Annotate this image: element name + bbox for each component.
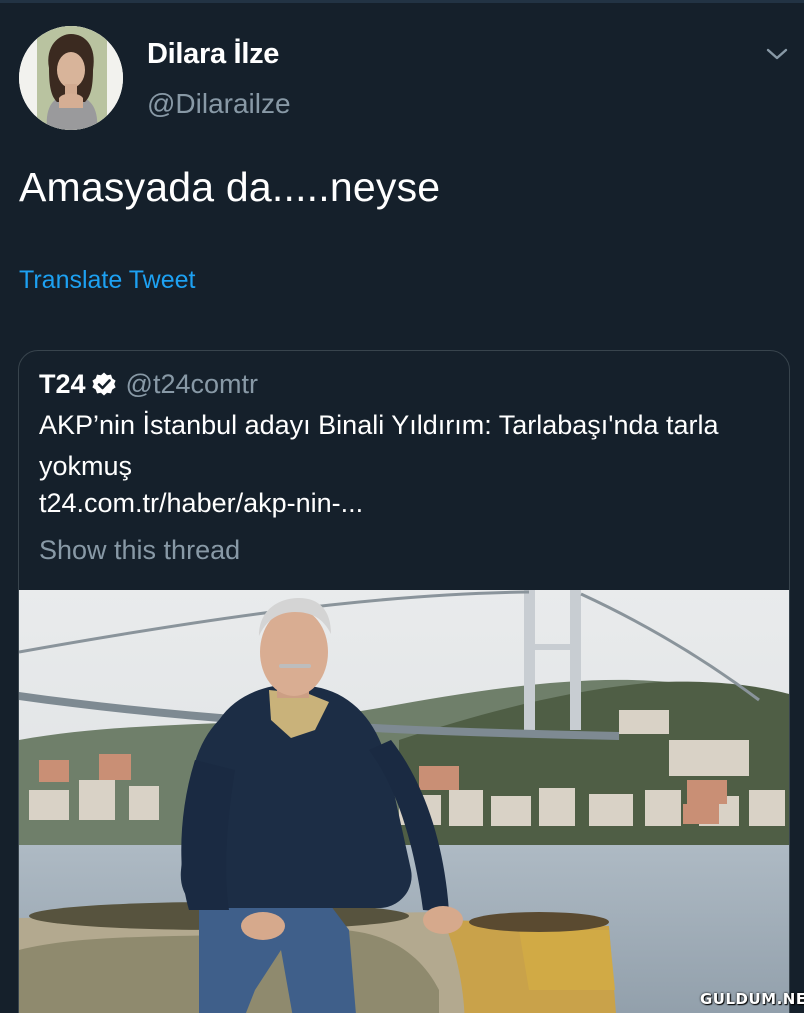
author-avatar[interactable] [19, 26, 123, 130]
author-handle[interactable]: @Dilarailze [147, 88, 291, 120]
watermark-logo: GULDUM.NET [700, 990, 804, 1008]
chevron-down-icon[interactable] [764, 44, 790, 64]
top-divider [0, 0, 804, 3]
tweet-detail-screen: Dilara İlze @Dilarailze Amasyada da.....… [0, 0, 804, 1013]
quoted-tweet-header: T24 @t24comtr [39, 367, 258, 401]
quoted-tweet-text: AKP’nin İstanbul adayı Binali Yıldırım: … [39, 410, 719, 481]
author-display-name[interactable]: Dilara İlze [147, 38, 279, 71]
quoted-tweet-link[interactable]: t24.com.tr/haber/akp-nin-... [39, 488, 363, 519]
quoted-tweet-photo[interactable] [19, 590, 789, 1013]
tweet-text: Amasyada da.....neyse [19, 164, 441, 210]
show-thread-link[interactable]: Show this thread [39, 535, 240, 566]
quoted-tweet-card[interactable]: T24 @t24comtr AKP’nin İstanbul adayı Bin… [18, 350, 790, 1013]
verified-badge-icon [91, 372, 116, 396]
quoted-author-handle[interactable]: @t24comtr [126, 369, 258, 400]
quoted-author-name[interactable]: T24 [39, 369, 86, 400]
translate-tweet-link[interactable]: Translate Tweet [19, 266, 195, 295]
